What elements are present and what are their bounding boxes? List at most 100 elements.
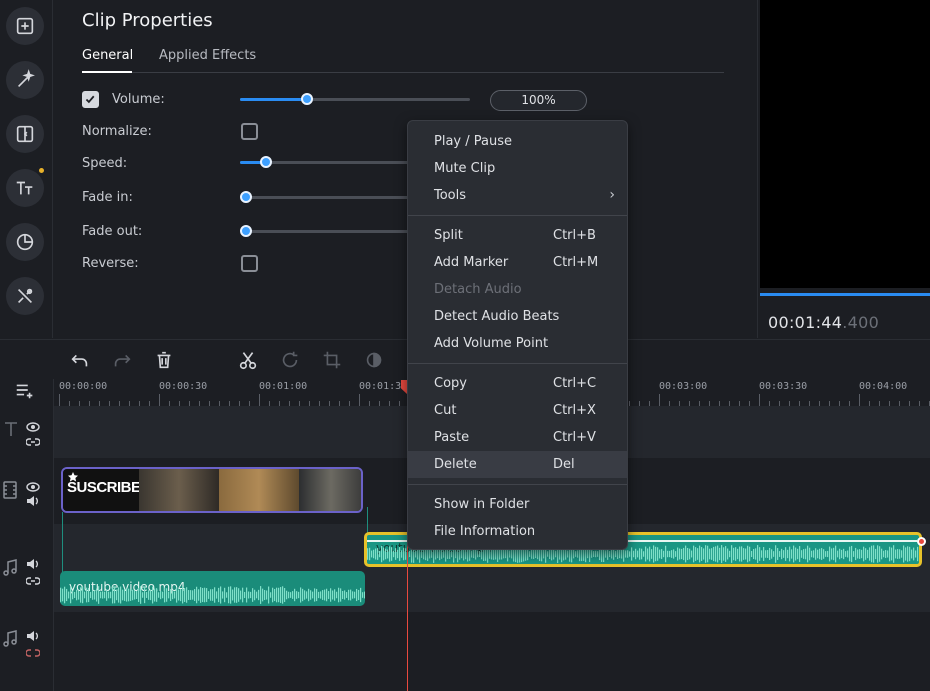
menu-item-detect-audio-beats[interactable]: Detect Audio Beats xyxy=(408,303,627,330)
color-adjust-button[interactable] xyxy=(363,349,385,371)
waveform-bar xyxy=(645,546,647,562)
audio-track-2-unlink[interactable] xyxy=(25,643,41,662)
waveform-bar xyxy=(773,551,775,557)
stickers-button[interactable] xyxy=(6,223,44,261)
waveform-bar xyxy=(88,587,90,603)
text-track-link[interactable] xyxy=(25,432,41,451)
ruler-label: 00:01:00 xyxy=(259,381,308,392)
import-files-button[interactable] xyxy=(6,7,44,45)
transitions-button[interactable] xyxy=(6,115,44,153)
waveform-bar xyxy=(387,549,389,559)
waveform-bar xyxy=(481,548,483,560)
menu-item-split[interactable]: Split Ctrl+B xyxy=(408,222,627,249)
waveform-bar xyxy=(106,589,108,601)
waveform-bar xyxy=(94,590,96,600)
waveform-bar xyxy=(713,546,715,562)
waveform-bar xyxy=(435,548,437,560)
waveform-bar xyxy=(232,589,234,601)
waveform-bar xyxy=(266,590,268,600)
waveform-bar xyxy=(375,548,377,560)
menu-item-shortcut: Ctrl+X xyxy=(553,403,596,418)
waveform-bar xyxy=(284,588,286,602)
waveform-bar xyxy=(174,591,176,599)
menu-item-play-pause[interactable]: Play / Pause xyxy=(408,128,627,155)
waveform-bar xyxy=(755,548,757,560)
tab-applied-effects[interactable]: Applied Effects xyxy=(159,48,256,63)
menu-item-paste[interactable]: Paste Ctrl+V xyxy=(408,424,627,451)
volume-slider-knob[interactable] xyxy=(300,93,313,105)
preview-screen[interactable] xyxy=(760,0,930,288)
waveform-bar xyxy=(831,548,833,560)
menu-separator xyxy=(408,215,627,216)
waveform-bar xyxy=(441,549,443,559)
waveform-bar xyxy=(573,549,575,559)
waveform-bar xyxy=(883,550,885,558)
crop-button[interactable] xyxy=(321,349,343,371)
fade-out-slider-knob[interactable] xyxy=(240,225,252,237)
waveform-bar xyxy=(74,591,76,599)
menu-item-cut[interactable]: Cut Ctrl+X xyxy=(408,397,627,424)
volume-value-field[interactable]: 100% xyxy=(490,90,587,111)
filters-button[interactable] xyxy=(6,61,44,99)
delete-button[interactable] xyxy=(153,349,175,371)
menu-item-show-in-folder[interactable]: Show in Folder xyxy=(408,491,627,518)
waveform-bar xyxy=(703,548,705,560)
waveform-bar xyxy=(80,587,82,603)
menu-item-label: Add Volume Point xyxy=(434,336,549,351)
waveform-bar xyxy=(885,549,887,559)
menu-item-delete[interactable]: Delete Del xyxy=(408,451,627,478)
menu-item-add-volume-point[interactable]: Add Volume Point xyxy=(408,330,627,357)
waveform-bar xyxy=(633,550,635,558)
text-icon xyxy=(16,181,33,195)
audio-clip[interactable]: youtube video.mp4 xyxy=(60,571,365,606)
preview-progress-bar[interactable] xyxy=(760,293,930,296)
waveform-bar xyxy=(813,550,815,558)
normalize-checkbox[interactable] xyxy=(241,123,258,140)
audio-waveform xyxy=(60,586,365,604)
speed-slider-knob[interactable] xyxy=(259,156,272,168)
split-button[interactable] xyxy=(237,349,259,371)
waveform-bar xyxy=(769,547,771,561)
waveform-bar xyxy=(423,548,425,560)
redo-button[interactable] xyxy=(111,349,133,371)
audio-track-1-link[interactable] xyxy=(25,571,41,590)
waveform-bar xyxy=(160,590,162,600)
link-icon xyxy=(25,577,41,585)
video-clip[interactable]: SUSCRIBE xyxy=(61,467,363,513)
tab-general[interactable]: General xyxy=(82,48,133,63)
rotate-button[interactable] xyxy=(279,349,301,371)
menu-item-file-information[interactable]: File Information xyxy=(408,518,627,545)
menu-item-label: Copy xyxy=(434,376,467,391)
waveform-bar xyxy=(675,551,677,557)
waveform-bar xyxy=(627,550,629,558)
reverse-checkbox[interactable] xyxy=(241,255,258,272)
film-icon xyxy=(3,481,17,499)
titles-button[interactable] xyxy=(6,169,44,207)
volume-point-handle[interactable] xyxy=(917,537,926,546)
menu-item-copy[interactable]: Copy Ctrl+C xyxy=(408,370,627,397)
waveform-bar xyxy=(208,591,210,599)
menu-item-tools[interactable]: Tools › xyxy=(408,182,627,209)
fade-out-slider-track[interactable] xyxy=(240,230,410,233)
volume-checkbox[interactable] xyxy=(82,91,99,108)
fade-in-slider-knob[interactable] xyxy=(240,191,252,203)
waveform-bar xyxy=(479,550,481,558)
waveform-bar xyxy=(505,549,507,559)
add-track-button[interactable] xyxy=(14,379,36,405)
undo-button[interactable] xyxy=(69,349,91,371)
menu-item-mute-clip[interactable]: Mute Clip xyxy=(408,155,627,182)
waveform-bar xyxy=(124,589,126,601)
waveform-bar xyxy=(350,589,352,601)
waveform-bar xyxy=(685,545,687,563)
menu-item-add-marker[interactable]: Add Marker Ctrl+M xyxy=(408,249,627,276)
preview-panel: 00:01:44.400 xyxy=(757,0,930,338)
video-track-mute[interactable] xyxy=(26,492,40,511)
thumbnail-title-text: SUSCRIBE xyxy=(67,479,141,496)
waveform-bar xyxy=(196,586,198,604)
audio-track-2-lane[interactable] xyxy=(54,612,930,691)
clip-link-line xyxy=(62,512,63,572)
fade-in-slider-track[interactable] xyxy=(240,196,410,199)
more-tools-button[interactable] xyxy=(6,277,44,315)
waveform-bar xyxy=(779,551,781,557)
waveform-bar xyxy=(537,548,539,560)
